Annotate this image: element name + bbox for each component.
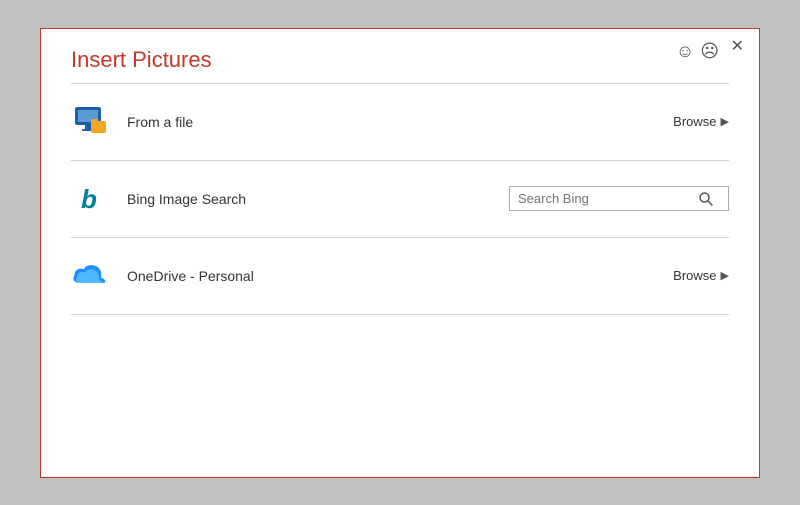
bing-search-row: b Bing Image Search: [41, 161, 759, 237]
bing-search-box: [509, 186, 729, 211]
onedrive-icon-container: [71, 258, 107, 294]
from-file-browse[interactable]: Browse ▶: [673, 114, 729, 129]
onedrive-cloud-icon: [72, 264, 106, 288]
bing-search-label: Bing Image Search: [127, 191, 489, 207]
bing-icon: b: [81, 186, 97, 212]
from-file-label: From a file: [127, 114, 653, 130]
onedrive-browse[interactable]: Browse ▶: [673, 268, 729, 283]
from-file-row: From a file Browse ▶: [41, 84, 759, 160]
sad-icon[interactable]: ☹: [700, 41, 719, 62]
bing-search-button[interactable]: [699, 192, 713, 206]
search-magnifier-icon: [699, 192, 713, 206]
happy-icon[interactable]: ☺: [676, 41, 694, 62]
file-icon: [71, 104, 107, 140]
browse-arrow-icon: ▶: [721, 115, 729, 128]
onedrive-browse-arrow-icon: ▶: [721, 269, 729, 282]
onedrive-row: OneDrive - Personal Browse ▶: [41, 238, 759, 314]
feedback-icons: ☺ ☹: [676, 41, 719, 62]
onedrive-label: OneDrive - Personal: [127, 268, 653, 284]
file-icon-svg: [71, 107, 107, 137]
divider-bottom: [71, 314, 729, 315]
title-bar: Insert Pictures ☺ ☹: [41, 29, 759, 83]
close-button[interactable]: ✕: [726, 37, 749, 57]
bing-icon-container: b: [71, 181, 107, 217]
insert-pictures-dialog: ✕ Insert Pictures ☺ ☹: [40, 28, 760, 478]
dialog-title: Insert Pictures: [71, 47, 212, 73]
bing-search-input[interactable]: [518, 191, 693, 206]
